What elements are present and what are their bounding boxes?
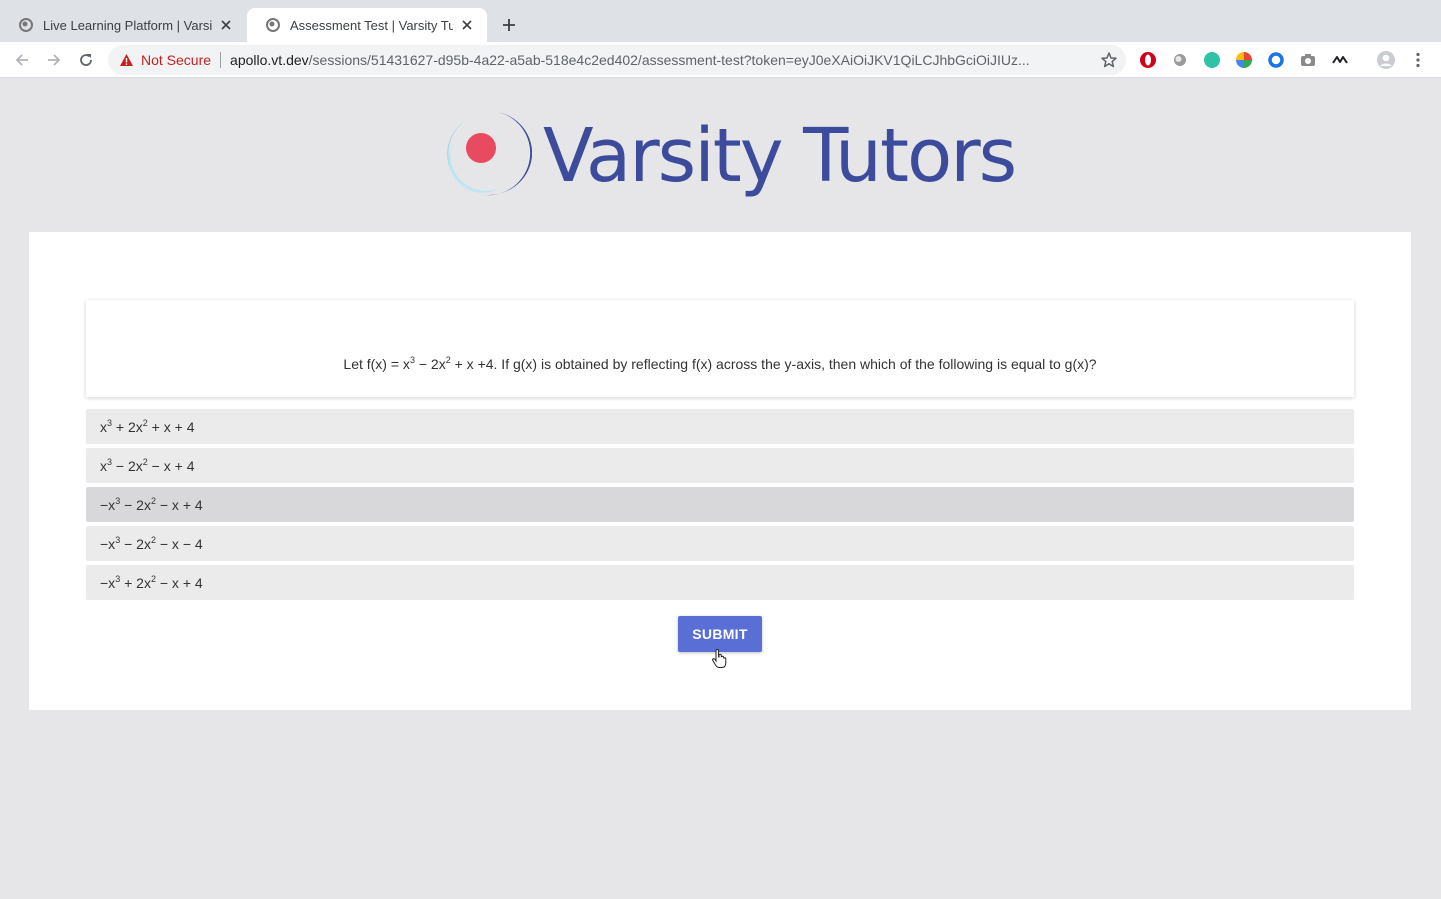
answer-option[interactable]: −x3 − 2x2 − x − 4 (86, 526, 1354, 561)
varsity-tutors-logo: Varsity Tutors (440, 106, 1017, 206)
ring-icon[interactable] (1267, 51, 1285, 69)
color-wheel-icon[interactable] (1235, 51, 1253, 69)
hand-cursor-icon (712, 649, 727, 668)
url-host: apollo.vt.dev (230, 52, 309, 68)
signature-icon[interactable] (1331, 51, 1349, 69)
answer-option-text: −x3 − 2x2 − x + 4 (100, 496, 203, 513)
answer-option[interactable]: x3 + 2x2 + x + 4 (86, 409, 1354, 444)
address-bar[interactable]: Not Secure apollo.vt.dev/sessions/514316… (108, 45, 1126, 75)
submit-button[interactable]: SUBMIT (678, 616, 762, 652)
close-tab-icon[interactable] (459, 17, 475, 33)
answer-option-text: x3 + 2x2 + x + 4 (100, 418, 195, 435)
question-text: Let f(x) = x3 − 2x2 + x +4. If g(x) is o… (343, 355, 1097, 372)
tab-assessment-test[interactable]: Assessment Test | Varsity Tutors (247, 8, 487, 42)
reload-icon[interactable] (75, 49, 97, 71)
new-tab-plus-icon[interactable] (498, 14, 520, 36)
tab-strip: Live Learning Platform | Varsity Tutors … (0, 0, 1441, 42)
bookmark-star-icon[interactable] (1100, 51, 1118, 69)
browser-toolbar: Not Secure apollo.vt.dev/sessions/514316… (0, 42, 1441, 78)
circle-icon[interactable] (1171, 51, 1189, 69)
camera-icon[interactable] (1299, 51, 1317, 69)
logo-mark-icon (447, 112, 532, 196)
answer-option[interactable]: −x3 − 2x2 − x + 4 (86, 487, 1354, 522)
varsity-favicon-icon (266, 18, 280, 32)
url-text[interactable]: apollo.vt.dev/sessions/51431627-d95b-4a2… (230, 52, 1088, 68)
menu-dots-icon[interactable] (1409, 51, 1427, 69)
not-secure-label[interactable]: Not Secure (141, 52, 211, 68)
profile-avatar-icon[interactable] (1376, 50, 1396, 70)
tab-live-learning[interactable]: Live Learning Platform | Varsity Tutors (0, 8, 246, 42)
opera-icon[interactable] (1139, 51, 1157, 69)
tab-title: Assessment Test | Varsity Tutors (290, 17, 453, 33)
answer-option-text: x3 − 2x2 − x + 4 (100, 457, 195, 474)
close-tab-icon[interactable] (218, 17, 234, 33)
grammarly-icon[interactable] (1203, 51, 1221, 69)
answer-option[interactable]: x3 − 2x2 − x + 4 (86, 448, 1354, 483)
address-separator (220, 52, 222, 68)
varsity-favicon-icon (19, 18, 33, 32)
answer-option[interactable]: −x3 + 2x2 − x + 4 (86, 565, 1354, 600)
warning-triangle-icon (120, 54, 133, 66)
tab-title: Live Learning Platform | Varsity Tutors (43, 17, 212, 33)
question-panel: Let f(x) = x3 − 2x2 + x +4. If g(x) is o… (86, 300, 1354, 397)
answer-option-text: −x3 − 2x2 − x − 4 (100, 535, 203, 552)
forward-arrow-icon[interactable] (43, 49, 65, 71)
assessment-card: Let f(x) = x3 − 2x2 + x +4. If g(x) is o… (29, 232, 1411, 710)
brand-wordmark: Varsity Tutors (543, 113, 1017, 199)
back-arrow-icon[interactable] (11, 49, 33, 71)
url-path: /sessions/51431627-d95b-4a22-a5ab-518e4c… (308, 52, 1030, 68)
answer-option-text: −x3 + 2x2 − x + 4 (100, 574, 203, 591)
